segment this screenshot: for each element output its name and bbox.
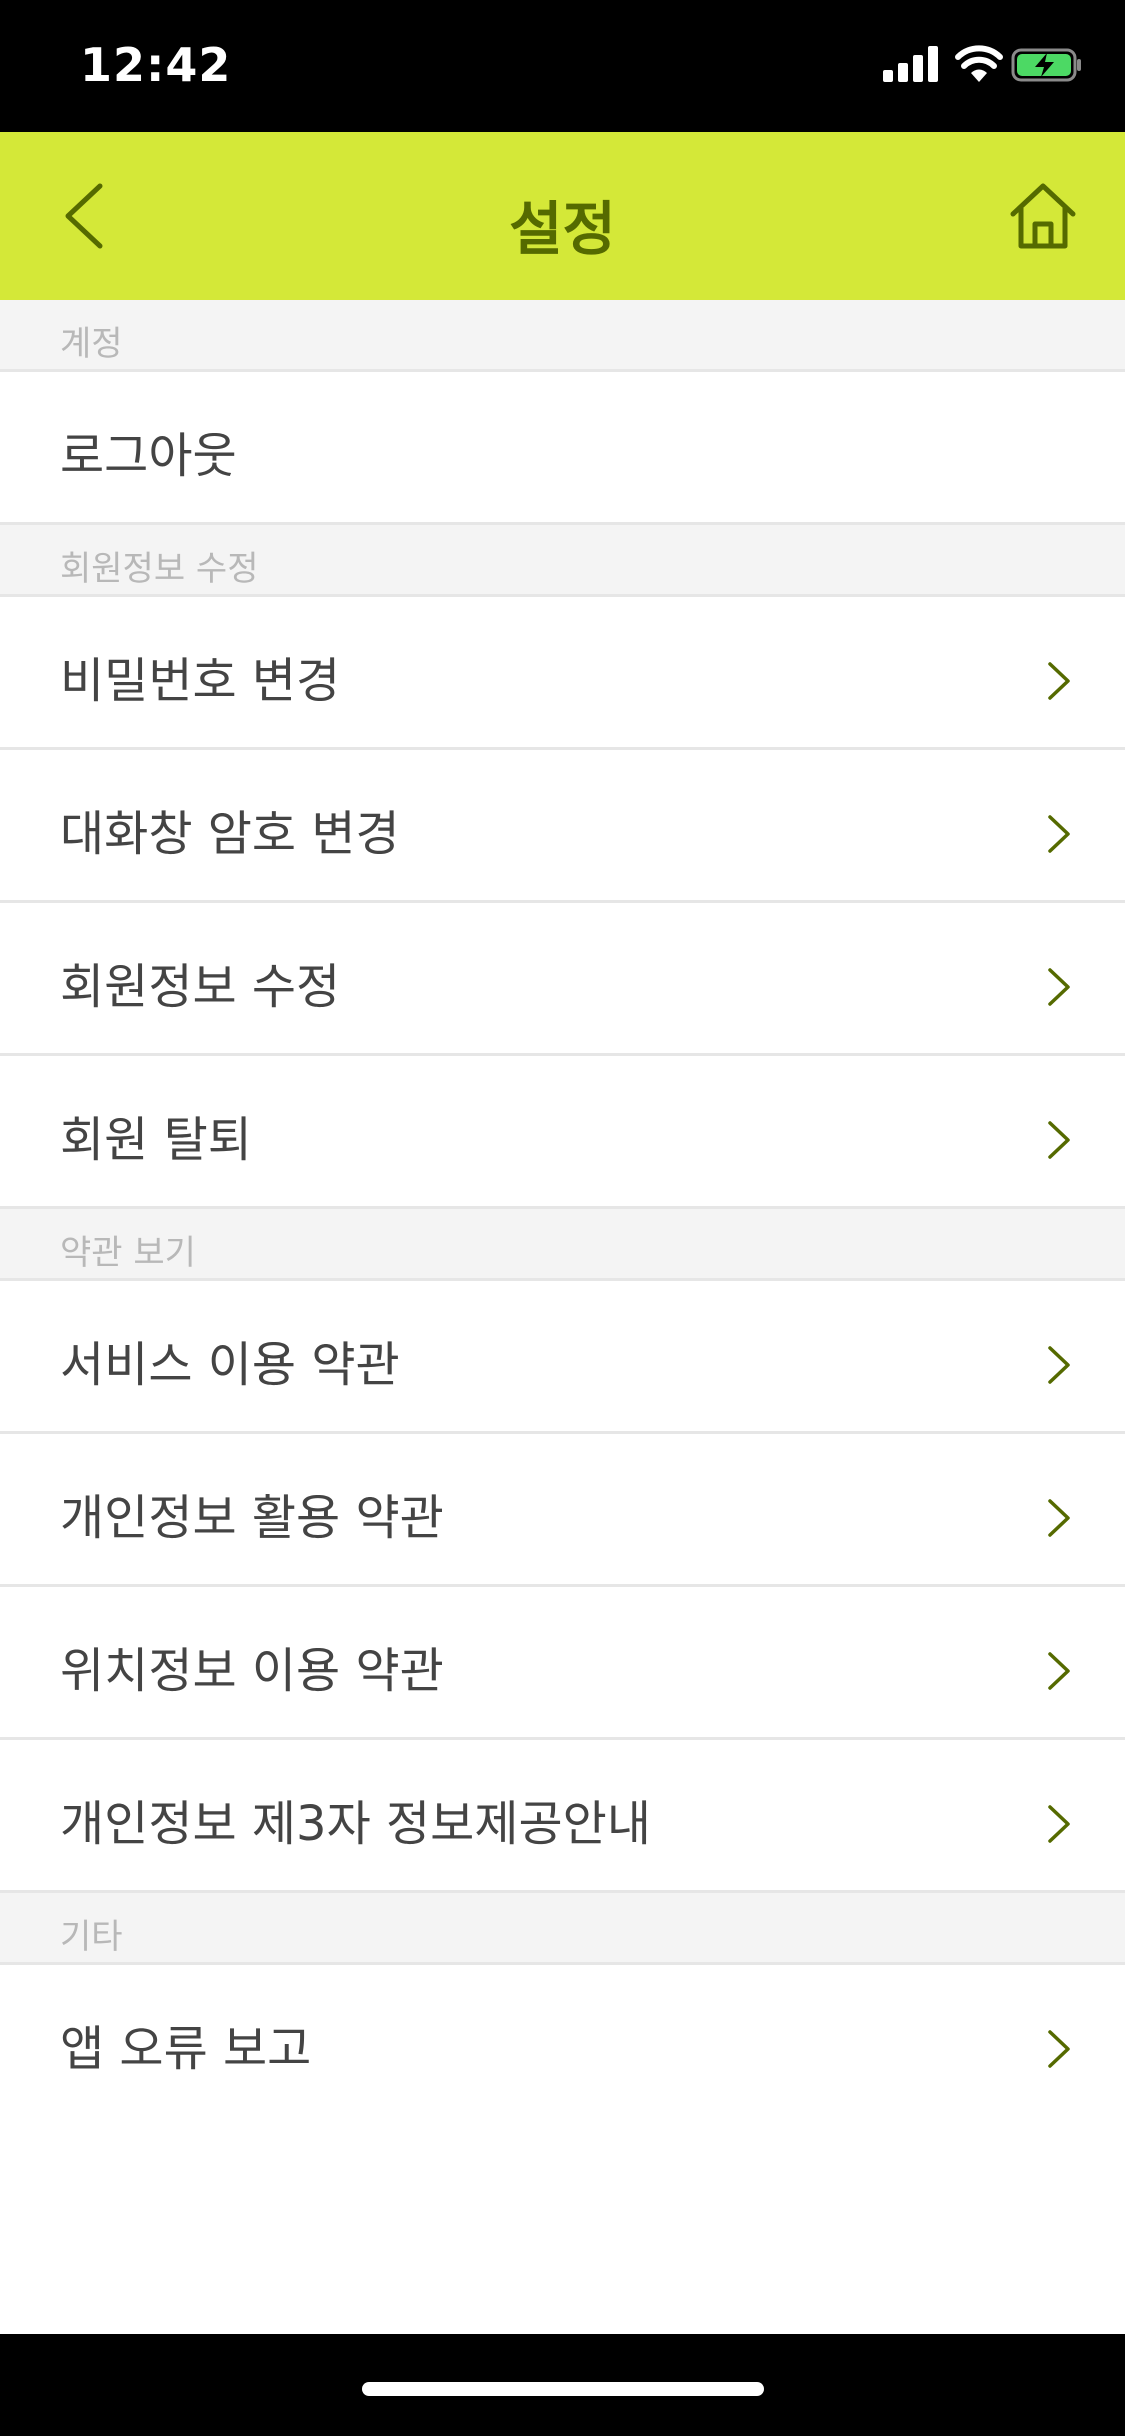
row-third-party-info[interactable]: 개인정보 제3자 정보제공안내 [0, 1740, 1125, 1893]
row-label: 위치정보 이용 약관 [60, 1643, 444, 1699]
nav-bar: 설정 [0, 132, 1125, 300]
home-indicator-area [0, 2334, 1125, 2436]
status-time: 12:42 [80, 38, 232, 92]
section-header-terms: 약관 보기 [0, 1209, 1125, 1281]
row-logout[interactable]: 로그아웃 [0, 372, 1125, 525]
row-change-chat-password[interactable]: 대화창 암호 변경 [0, 750, 1125, 903]
row-terms-of-service[interactable]: 서비스 이용 약관 [0, 1281, 1125, 1434]
section-title: 회원정보 수정 [60, 549, 259, 589]
row-label: 서비스 이용 약관 [60, 1337, 400, 1393]
row-label: 비밀번호 변경 [60, 653, 341, 709]
chevron-right-icon [1048, 1121, 1070, 1159]
cellular-signal-icon [883, 46, 939, 82]
row-label: 로그아웃 [60, 428, 237, 484]
section-title: 기타 [60, 1917, 123, 1957]
row-label: 앱 오류 보고 [60, 2021, 312, 2077]
home-indicator[interactable] [362, 2382, 764, 2396]
section-title: 약관 보기 [60, 1233, 196, 1273]
row-app-error-report[interactable]: 앱 오류 보고 [0, 1965, 1125, 2118]
row-label: 대화창 암호 변경 [60, 806, 400, 862]
chevron-right-icon [1048, 1499, 1070, 1537]
row-edit-member-info[interactable]: 회원정보 수정 [0, 903, 1125, 1056]
chevron-right-icon [1048, 968, 1070, 1006]
chevron-right-icon [1048, 815, 1070, 853]
chevron-right-icon [1048, 2030, 1070, 2068]
battery-charging-icon [1011, 48, 1081, 82]
row-withdraw-membership[interactable]: 회원 탈퇴 [0, 1056, 1125, 1209]
section-header-member-info: 회원정보 수정 [0, 525, 1125, 597]
chevron-right-icon [1048, 1805, 1070, 1843]
home-icon[interactable] [1007, 180, 1079, 252]
status-bar: 12:42 [0, 0, 1125, 132]
row-label: 회원 탈퇴 [60, 1112, 252, 1168]
page-title: 설정 [509, 195, 616, 263]
row-label: 개인정보 제3자 정보제공안내 [60, 1796, 651, 1852]
row-privacy-terms[interactable]: 개인정보 활용 약관 [0, 1434, 1125, 1587]
section-header-etc: 기타 [0, 1893, 1125, 1965]
chevron-right-icon [1048, 662, 1070, 700]
chevron-right-icon [1048, 1652, 1070, 1690]
settings-list: 계정 로그아웃 회원정보 수정 비밀번호 변경 대화창 암호 변경 회원정보 수… [0, 300, 1125, 2118]
row-location-terms[interactable]: 위치정보 이용 약관 [0, 1587, 1125, 1740]
chevron-right-icon [1048, 1346, 1070, 1384]
row-change-password[interactable]: 비밀번호 변경 [0, 597, 1125, 750]
row-label: 회원정보 수정 [60, 959, 341, 1015]
row-label: 개인정보 활용 약관 [60, 1490, 444, 1546]
section-title: 계정 [60, 324, 123, 364]
section-header-account: 계정 [0, 300, 1125, 372]
wifi-icon [955, 45, 1003, 82]
